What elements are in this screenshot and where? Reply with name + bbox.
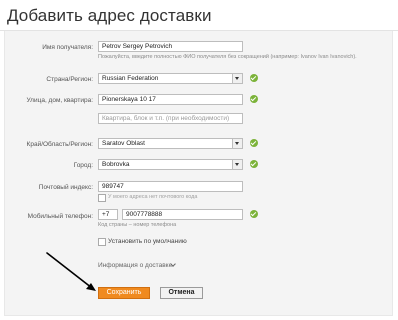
pointer-arrow bbox=[46, 252, 96, 291]
